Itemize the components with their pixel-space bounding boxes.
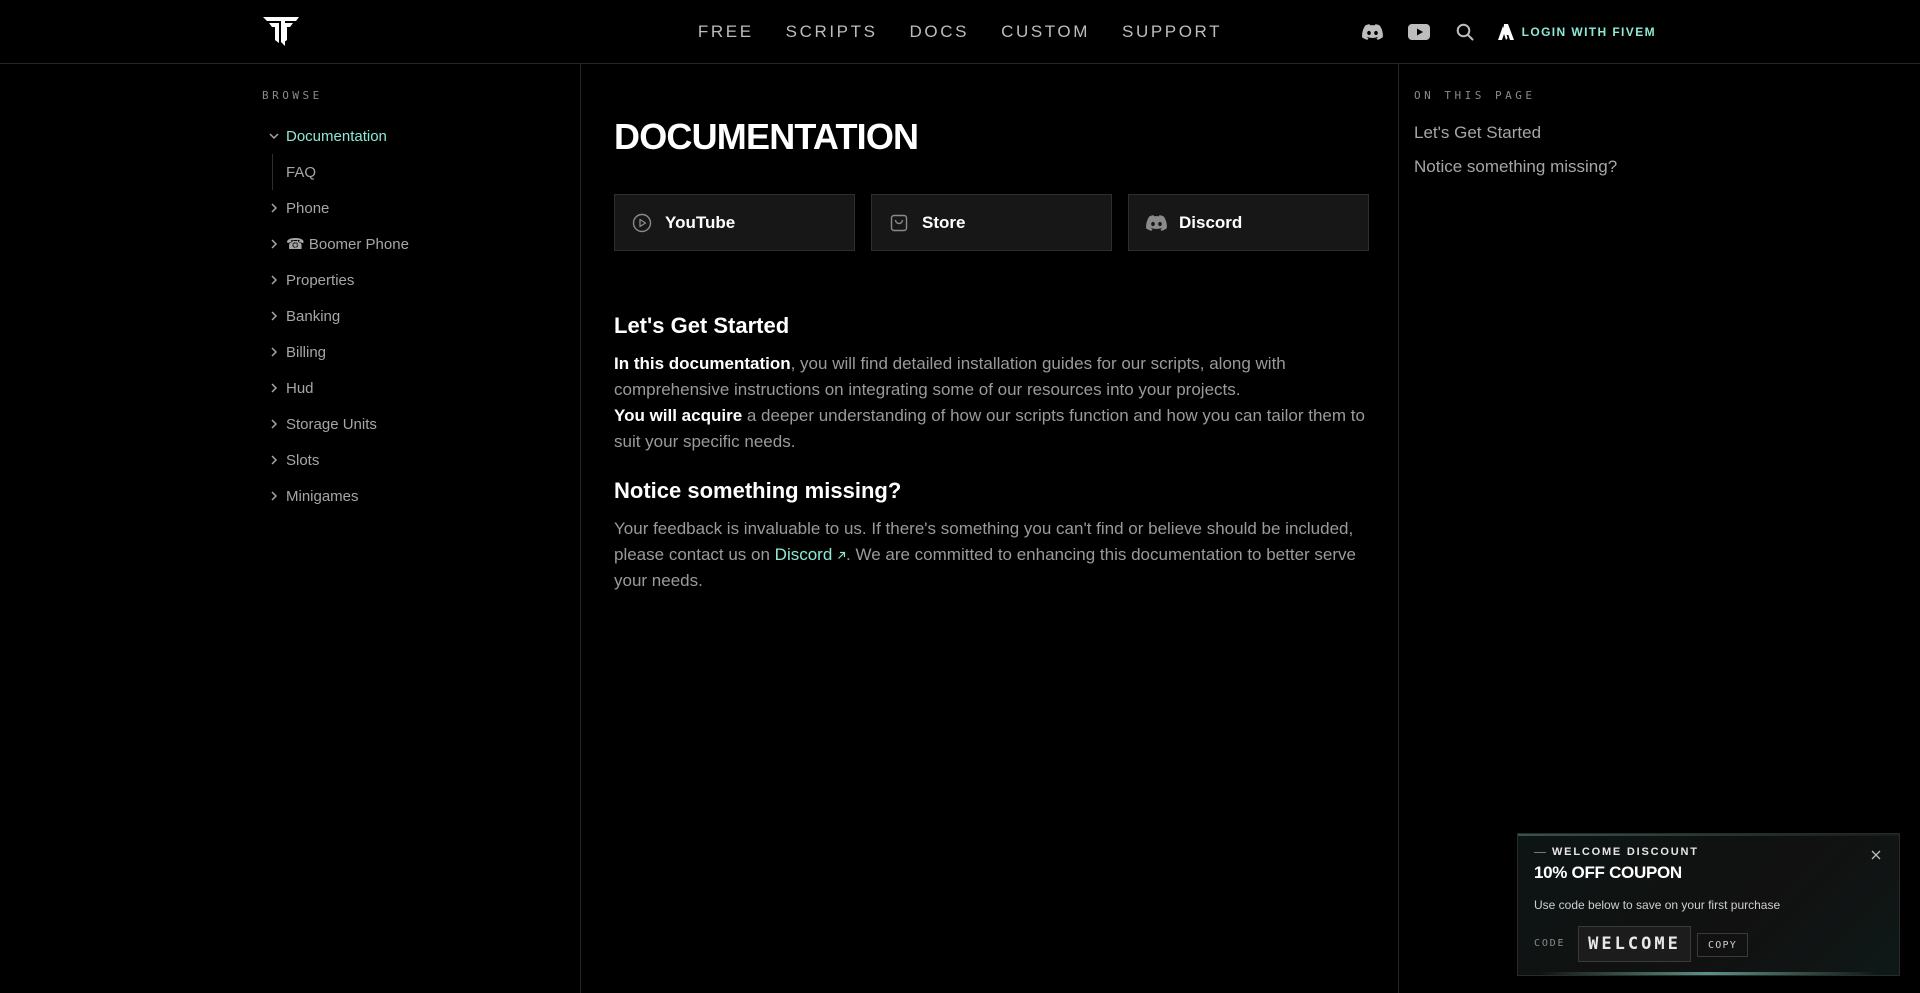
section-heading-missing: Notice something missing? [614,478,902,503]
sidebar-item-phone[interactable]: Phone [262,190,562,226]
sidebar-item-storage-units[interactable]: Storage Units [262,406,562,442]
welcome-coupon-popup: WELCOME DISCOUNT 10% OFF COUPON Use code… [1517,833,1900,976]
youtube-card[interactable]: YouTube [614,194,855,251]
intro-paragraph-1: In this documentation, you will find det… [614,351,1366,403]
sidebar-item-label: Slots [286,451,320,469]
decorative-line [1518,834,1899,836]
chevron-right-icon [262,344,286,360]
sidebar-item-label: Banking [286,307,341,325]
discord-link[interactable]: Discord [775,545,846,564]
sidebar-item-boomer-phone[interactable]: ☎ Boomer Phone [262,226,562,262]
login-fivem-button[interactable]: LOGIN WITH FIVEM [1497,24,1656,40]
sidebar-item-billing[interactable]: Billing [262,334,562,370]
bold-lead: In this documentation [614,354,791,373]
sidebar-item-slots[interactable]: Slots [262,442,562,478]
bold-lead: You will acquire [614,406,743,425]
card-label: YouTube [665,212,736,232]
sidebar-item-minigames[interactable]: Minigames [262,478,562,514]
fivem-icon [1497,24,1514,40]
youtube-icon[interactable] [1407,21,1430,43]
sidebar-item-label: Minigames [286,487,359,505]
coupon-code-label: CODE [1534,938,1566,949]
link-text: Discord [774,545,833,564]
store-card[interactable]: Store [871,194,1112,251]
page-title: DOCUMENTATION [614,116,919,157]
store-bag-icon [888,212,910,234]
card-label: Discord [1179,212,1243,232]
sidebar-item-properties[interactable]: Properties [262,262,562,298]
nav-support[interactable]: SUPPORT [1122,22,1222,42]
toc-label: ON THIS PAGE [1414,89,1536,102]
decorative-glow [1538,972,1879,975]
discord-card[interactable]: Discord [1128,194,1369,251]
sidebar-item-label: Documentation [286,127,387,145]
chevron-right-icon [262,200,286,216]
discord-icon[interactable] [1362,21,1384,43]
sidebar-item-label: Hud [286,379,314,397]
toc-link-get-started[interactable]: Let's Get Started [1414,123,1541,143]
chevron-down-icon [262,128,286,144]
docs-tree: Documentation FAQ Phone ☎ Boomer Phone P… [262,118,562,514]
chevron-right-icon [262,380,286,396]
coupon-tag: WELCOME DISCOUNT [1534,846,1699,858]
sidebar-item-label: Properties [286,271,355,289]
chevron-right-icon [262,452,286,468]
chevron-right-icon [262,488,286,504]
nav-custom[interactable]: CUSTOM [1001,22,1090,42]
coupon-code[interactable]: WELCOME [1578,926,1691,962]
login-label: LOGIN WITH FIVEM [1521,25,1656,39]
external-link-icon [838,551,846,559]
sidebar-item-banking[interactable]: Banking [262,298,562,334]
copy-button[interactable]: COPY [1697,933,1748,957]
search-icon[interactable] [1454,21,1476,43]
coupon-tag-text: WELCOME DISCOUNT [1552,846,1699,858]
section-heading-get-started: Let's Get Started [614,313,790,338]
quick-links: YouTube Store Discord [614,194,1369,251]
nav-docs[interactable]: DOCS [910,22,970,42]
chevron-right-icon [262,272,286,288]
sidebar-item-label: Billing [286,343,327,361]
chevron-right-icon [262,416,286,432]
play-circle-icon [631,212,653,234]
header-actions: LOGIN WITH FIVEM [1362,0,1656,64]
sidebar-item-label: Phone [286,199,330,217]
sidebar-item-hud[interactable]: Hud [262,370,562,406]
feedback-paragraph: Your feedback is invaluable to us. If th… [614,516,1366,594]
coupon-title: 10% OFF COUPON [1534,863,1682,882]
dash-divider [1534,851,1546,853]
coupon-description: Use code below to save on your first pur… [1534,898,1781,912]
intro-paragraph-2: You will acquire a deeper understanding … [614,403,1366,455]
card-label: Store [922,212,966,232]
top-navbar: FREE SCRIPTS DOCS CUSTOM SUPPORT LOGIN W… [0,0,1920,64]
sidebar-item-faq[interactable]: FAQ [272,154,562,190]
discord-icon [1145,212,1167,234]
nav-scripts[interactable]: SCRIPTS [786,22,878,42]
chevron-right-icon [262,308,286,324]
close-icon[interactable] [1869,848,1883,862]
docs-sidebar: BROWSE Documentation FAQ Phone ☎ Boomer … [0,64,581,993]
sidebar-item-label: ☎ Boomer Phone [286,236,409,253]
sidebar-item-label: Storage Units [286,415,377,433]
chevron-right-icon [262,236,286,252]
browse-label: BROWSE [262,89,323,102]
nav-free[interactable]: FREE [698,22,754,42]
toc-link-missing[interactable]: Notice something missing? [1414,157,1617,177]
sidebar-item-documentation[interactable]: Documentation [262,118,562,154]
